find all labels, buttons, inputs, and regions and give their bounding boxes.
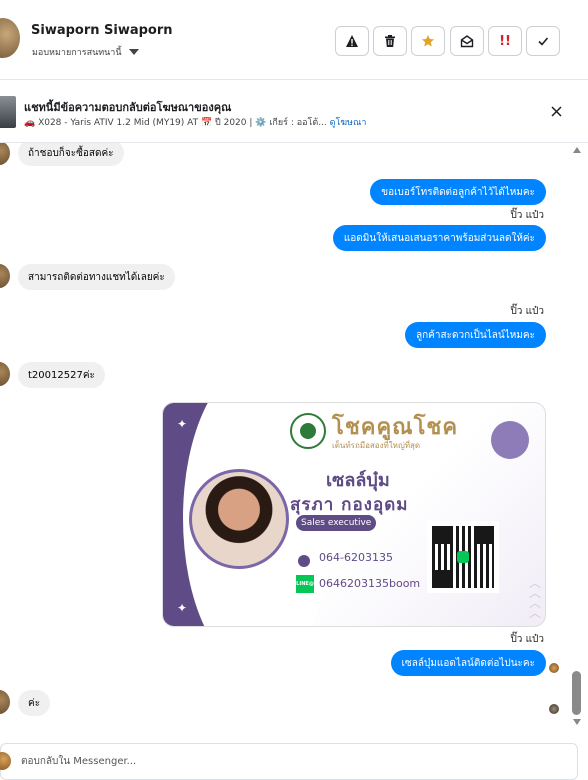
view-ad-link[interactable]: ดูโฆษณา — [330, 118, 367, 128]
ad-banner-title: แชทนี้มีข้อความตอบกลับต่อโฆษณาของคุณ — [24, 101, 232, 114]
scroll-up-arrow-icon[interactable] — [573, 147, 581, 153]
incoming-message[interactable]: สามารถติดต่อทางแชทได้เลยค่ะ — [18, 264, 175, 290]
important-button[interactable]: !! — [488, 26, 522, 56]
checkmark-icon — [538, 37, 549, 46]
incoming-message[interactable]: ถ้าชอบก็จะซื้อสดค่ะ — [18, 143, 124, 166]
contact-avatar-small — [0, 690, 10, 714]
ad-thumbnail — [0, 96, 16, 128]
outgoing-message[interactable]: แอดมินให้เสนอเสนอราคาพร้อมส่วนลดให้ค่ะ — [332, 225, 546, 251]
reply-input[interactable] — [21, 750, 561, 772]
outgoing-message[interactable]: เซลล์บุ๋มแอดไลน์ติดต่อไปนะคะ — [390, 650, 546, 676]
contact-name[interactable]: Siwaporn Siwaporn — [31, 23, 173, 38]
report-button[interactable] — [335, 26, 369, 56]
assign-label: มอบหมายการสนทนานี้ — [32, 48, 122, 58]
assign-conversation-dropdown[interactable]: มอบหมายการสนทนานี้ — [32, 45, 139, 59]
conversation-header: Siwaporn Siwaporn มอบหมายการสนทนานี้ !! — [0, 0, 588, 80]
contact-avatar[interactable] — [0, 18, 20, 58]
star-icon — [422, 35, 434, 47]
outgoing-message[interactable]: ลูกค้าสะดวกเป็นไลน์ไหมคะ — [405, 322, 546, 348]
scroll-down-arrow-icon[interactable] — [573, 719, 581, 725]
envelope-open-icon — [460, 35, 474, 48]
dealer-logo-icon — [290, 413, 326, 449]
contact-avatar-small — [0, 264, 10, 288]
sender-name: ปิ๊ว แป๋ว — [510, 306, 544, 317]
sender-name: ปิ๊ว แป๋ว — [510, 210, 544, 221]
page-avatar — [0, 752, 11, 770]
scrollbar-thumb[interactable] — [572, 671, 581, 715]
sparkle-icon: ✦ — [177, 601, 188, 615]
qr-code — [427, 521, 499, 593]
card-line-id: 0646203135boom — [319, 577, 421, 590]
message-thread: ถ้าชอบก็จะซื้อสดค่ะ ขอเบอร์โทรติดต่อลูกค… — [0, 143, 568, 740]
sparkle-icon: ✦ — [177, 417, 188, 431]
outgoing-message[interactable]: ขอเบอร์โทรติดต่อลูกค้าไว้ได้ไหมคะ — [370, 179, 546, 205]
phone-icon — [298, 555, 310, 567]
card-nickname: เซลล์บุ๋ม — [326, 470, 390, 491]
thread-scrollbar[interactable] — [572, 147, 582, 733]
card-phone: 064-6203135 — [319, 551, 393, 564]
message-composer — [0, 743, 578, 780]
ad-description: 🚗 X028 - Yaris ATIV 1.2 Mid (MY19) AT 📅 … — [24, 118, 327, 128]
contact-avatar-small — [0, 362, 10, 386]
chevron-decoration-icon: ︿ ︿ ︿ ︿ — [528, 576, 541, 620]
trash-icon — [385, 35, 395, 47]
incoming-message[interactable]: t20012527ค่ะ — [18, 362, 105, 388]
sender-name: ปิ๊ว แป๋ว — [510, 634, 544, 645]
card-fullname: สุรภา กองอุดม — [290, 495, 409, 515]
close-icon[interactable] — [551, 106, 562, 117]
line-icon: LINE@ — [296, 575, 314, 593]
mark-unread-button[interactable] — [450, 26, 484, 56]
decorative-circle — [491, 421, 529, 459]
caret-down-icon — [128, 49, 139, 55]
salesperson-photo — [189, 469, 289, 569]
done-button[interactable] — [526, 26, 560, 56]
business-card-image[interactable]: ✦ ✦ โชคคูณโชค เต็นท์รถมือสองที่ใหญ่ที่สุ… — [162, 402, 546, 627]
card-slogan: เต็นท์รถมือสองที่ใหญ่ที่สุด — [332, 441, 421, 450]
seen-avatar-icon — [549, 663, 559, 673]
delete-button[interactable] — [373, 26, 407, 56]
warning-icon — [346, 35, 358, 47]
card-role-badge: Sales executive — [296, 515, 377, 531]
ad-banner-subtitle: 🚗 X028 - Yaris ATIV 1.2 Mid (MY19) AT 📅 … — [24, 115, 366, 129]
contact-avatar-small — [0, 143, 10, 165]
incoming-message[interactable]: ค่ะ — [18, 690, 51, 716]
important-icon: !! — [499, 33, 511, 49]
star-button[interactable] — [411, 26, 445, 56]
seen-avatar-icon — [549, 704, 559, 714]
ad-reply-banner: แชทนี้มีข้อความตอบกลับต่อโฆษณาของคุณ 🚗 X… — [0, 81, 588, 143]
